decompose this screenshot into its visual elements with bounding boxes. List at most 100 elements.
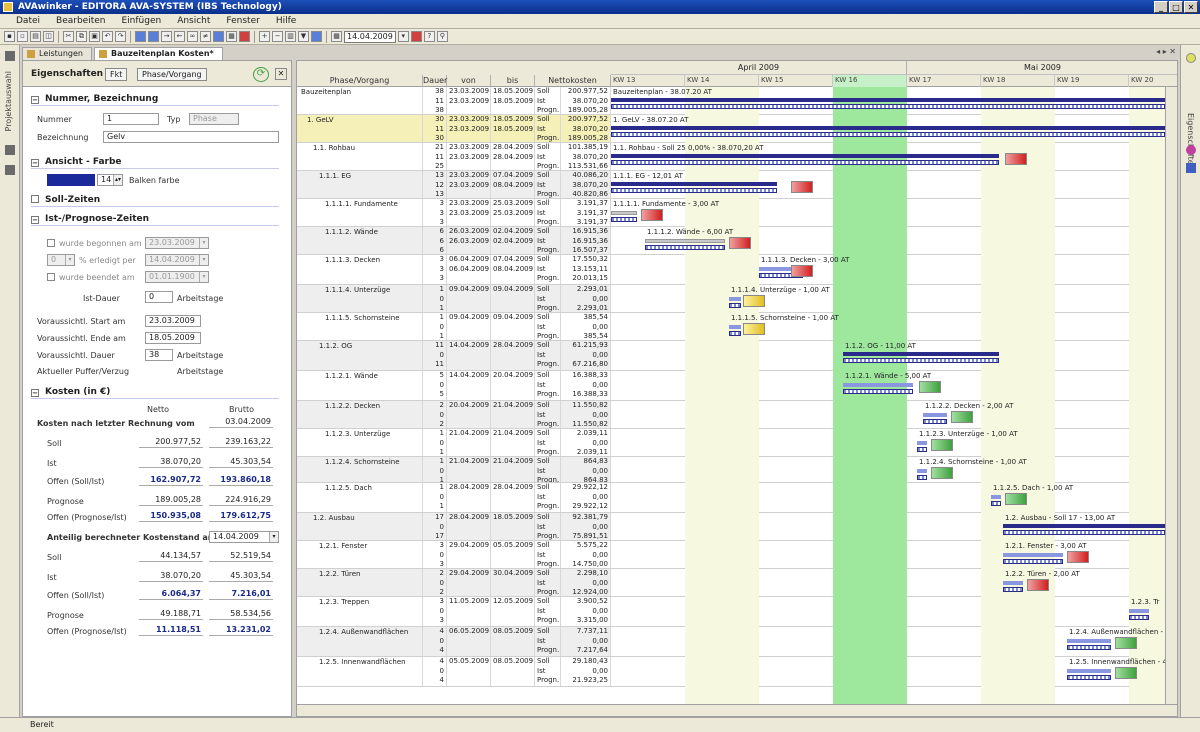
tab-leistungen[interactable]: Leistungen <box>22 47 92 60</box>
gantt-bar-soll[interactable] <box>923 413 947 417</box>
menu-hilfe[interactable]: Hilfe <box>268 14 304 28</box>
tree-icon[interactable] <box>5 145 15 155</box>
phase-task-button[interactable]: Phase/Vorgang <box>137 68 207 81</box>
col-kosten[interactable]: Nettokosten <box>535 75 611 87</box>
gantt-bar-prognose[interactable] <box>611 132 1165 137</box>
gantt-bar-prognose[interactable] <box>1003 559 1063 564</box>
menu-fenster[interactable]: Fenster <box>218 14 267 28</box>
gantt-bar-soll[interactable] <box>1003 524 1165 528</box>
menu-datei[interactable]: Datei <box>8 14 48 28</box>
refresh-icon[interactable]: ⟳ <box>253 67 269 82</box>
project-icon[interactable] <box>5 51 15 61</box>
close-button[interactable]: ✕ <box>1184 1 1198 13</box>
gantt-bar-soll[interactable] <box>843 383 913 387</box>
gantt-bar-prognose[interactable] <box>917 447 927 452</box>
gantt-bar-soll[interactable] <box>611 211 637 215</box>
link-icon[interactable]: ∞ <box>187 31 198 42</box>
filter-icon[interactable]: ▼ <box>298 31 309 42</box>
gantt-bar-soll[interactable] <box>729 325 741 329</box>
menu-einfuegen[interactable]: Einfügen <box>113 14 169 28</box>
open-icon[interactable]: ▫ <box>17 31 28 42</box>
gantt-bar-soll[interactable] <box>611 126 1165 130</box>
gantt-bar-prognose[interactable] <box>729 303 741 308</box>
info-icon[interactable] <box>1186 53 1196 63</box>
help-icon[interactable]: ? <box>423 31 435 42</box>
nummer-field[interactable]: 1 <box>103 113 159 125</box>
gantt-bar-prognose[interactable] <box>611 188 777 193</box>
gantt-bar-soll[interactable] <box>1003 553 1063 557</box>
save-icon[interactable]: ▪ <box>4 31 15 42</box>
view-icon[interactable] <box>311 31 322 42</box>
print-icon[interactable]: ▤ <box>30 31 41 42</box>
undo-icon[interactable]: ↶ <box>102 31 113 42</box>
gantt-bar-prognose[interactable] <box>611 104 1165 109</box>
gantt-bar-prognose[interactable] <box>1067 645 1111 650</box>
gantt-bar-soll[interactable] <box>611 98 1165 102</box>
gantt-bar-prognose[interactable] <box>843 358 999 363</box>
gantt-bar-prognose[interactable] <box>923 419 947 424</box>
section-ist[interactable]: − Ist-/Prognose-Zeiten <box>31 214 279 226</box>
right-strip-label[interactable]: Eigenschaften <box>1186 113 1195 170</box>
gantt-bar-soll[interactable] <box>611 154 999 158</box>
date-field[interactable]: 14.04.2009 <box>344 30 396 43</box>
gantt-bar-soll[interactable] <box>1067 669 1111 673</box>
anteilig-date-field[interactable]: 14.04.2009 ▾ <box>209 531 279 543</box>
gantt-icon[interactable] <box>213 31 224 42</box>
col-phase[interactable]: Phase/Vorgang <box>297 75 423 87</box>
gantt-bar-prognose[interactable] <box>611 217 637 222</box>
gantt-bar-soll[interactable] <box>645 239 725 243</box>
function-button[interactable]: Fkt <box>105 68 128 81</box>
gantt-bar-prognose[interactable] <box>1003 530 1165 535</box>
section-kosten[interactable]: − Kosten (in €) <box>31 387 279 399</box>
col-bis[interactable]: bis <box>491 75 535 87</box>
delete-icon[interactable] <box>239 31 250 42</box>
tab-bauzeitenplan[interactable]: Bauzeitenplan Kosten* <box>93 47 223 60</box>
vertical-scrollbar[interactable] <box>1165 87 1177 704</box>
left-strip-label[interactable]: Projektauswahl <box>4 71 13 131</box>
cut-icon[interactable]: ✂ <box>63 31 74 42</box>
gantt-bar-prognose[interactable] <box>1129 615 1149 620</box>
collapse-icon[interactable]: − <box>31 159 39 167</box>
table-icon[interactable]: ▦ <box>226 31 237 42</box>
beendet-checkbox[interactable] <box>47 273 55 281</box>
minimize-button[interactable]: _ <box>1154 1 1168 13</box>
gantt-bar-prognose[interactable] <box>645 245 725 250</box>
gantt-bar-soll[interactable] <box>729 297 741 301</box>
calendar-icon[interactable]: ▥ <box>285 31 296 42</box>
gantt-bar-soll[interactable] <box>843 352 999 356</box>
gantt-bar-soll[interactable] <box>1067 639 1111 643</box>
section-soll[interactable]: Soll-Zeiten <box>31 195 279 207</box>
unlink-icon[interactable]: ≠ <box>200 31 211 42</box>
gantt-bar-soll[interactable] <box>1129 609 1149 613</box>
menu-ansicht[interactable]: Ansicht <box>169 14 218 28</box>
date-dropdown-icon[interactable]: ▾ <box>397 31 409 42</box>
bar-color-spinner[interactable]: 14 ▴▾ <box>97 174 123 186</box>
gantt-bar-soll[interactable] <box>611 182 777 186</box>
menu-bearbeiten[interactable]: Bearbeiten <box>48 14 113 28</box>
start-field[interactable]: 23.03.2009 <box>145 315 201 327</box>
zoom-in-icon[interactable]: + <box>259 31 270 42</box>
outdent-icon[interactable]: ← <box>174 31 185 42</box>
tab-controls[interactable]: ◂ ▸ ✕ <box>1156 47 1176 56</box>
gantt-bar-prognose[interactable] <box>991 501 1001 506</box>
date-calendar-icon[interactable]: ▦ <box>331 31 342 42</box>
gantt-bar-prognose[interactable] <box>917 475 927 480</box>
collapse-icon[interactable]: − <box>31 389 39 397</box>
gantt-bar-prognose[interactable] <box>1067 675 1111 680</box>
insert-task-icon[interactable] <box>148 31 159 42</box>
layout-icon[interactable] <box>1186 163 1196 173</box>
gantt-bar-prognose[interactable] <box>843 389 913 394</box>
gantt-bar-soll[interactable] <box>917 469 927 473</box>
horizontal-scrollbar[interactable] <box>297 704 1177 716</box>
gantt-bar-soll[interactable] <box>917 441 927 445</box>
dauer-field[interactable]: 38 <box>145 349 173 361</box>
collapse-icon[interactable]: − <box>31 216 39 224</box>
gantt-bar-prognose[interactable] <box>611 160 999 165</box>
ende-field[interactable]: 18.05.2009 <box>145 332 201 344</box>
insert-phase-icon[interactable] <box>135 31 146 42</box>
zoom-out-icon[interactable]: − <box>272 31 283 42</box>
gantt-bar-prognose[interactable] <box>1003 587 1023 592</box>
col-dauer[interactable]: Dauer <box>423 75 447 87</box>
bar-color-swatch[interactable] <box>47 174 95 186</box>
maximize-button[interactable]: □ <box>1169 1 1183 13</box>
